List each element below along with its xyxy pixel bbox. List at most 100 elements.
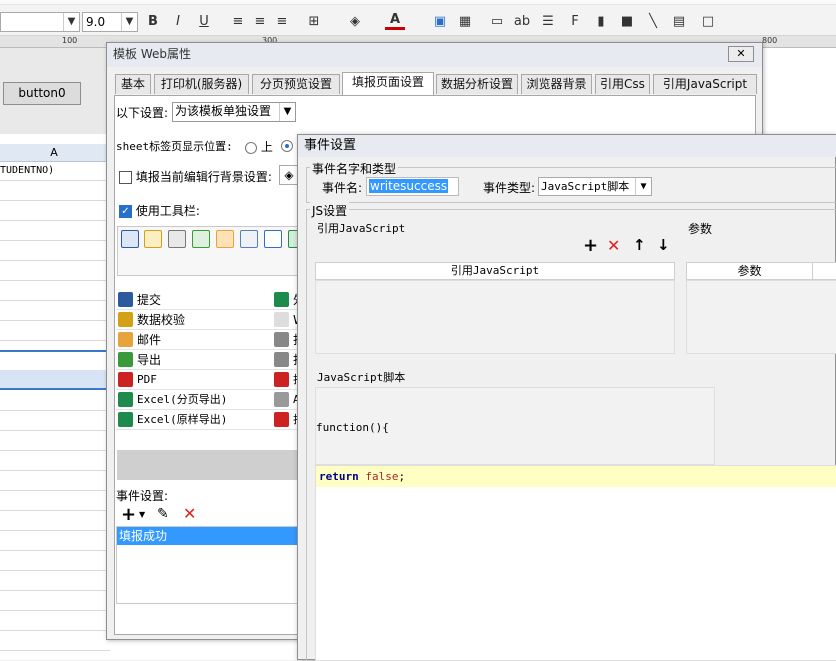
ref-js-label: 引用JavaScript — [317, 222, 406, 235]
tab-browser-bg[interactable]: 浏览器背景 — [521, 74, 592, 94]
radio-other[interactable] — [281, 138, 293, 152]
top-strip — [0, 0, 836, 5]
use-toolbar-checkbox[interactable]: ✓ 使用工具栏: — [119, 202, 200, 219]
excel-icon — [274, 292, 289, 307]
checkbox-icon[interactable] — [119, 171, 132, 184]
event-name-input[interactable]: writesuccess — [366, 177, 459, 196]
verify-icon[interactable] — [144, 230, 162, 248]
chevron-down-icon[interactable]: ▼ — [279, 103, 295, 121]
chevron-down-icon[interactable]: ▼ — [121, 13, 137, 31]
chart-icon[interactable]: ▮ — [591, 12, 611, 32]
paint-bucket-icon[interactable]: ◈ — [279, 165, 299, 185]
arrow-down-icon[interactable]: ↓ — [657, 236, 670, 254]
print-icon[interactable] — [168, 230, 186, 248]
list-item[interactable]: 邮件打 — [116, 330, 305, 350]
ref-js-column-header[interactable]: 引用JavaScript — [315, 262, 675, 280]
code-literal: false — [365, 470, 399, 483]
border-icon[interactable]: ⊞ — [304, 12, 324, 32]
text-icon[interactable]: ab — [512, 12, 532, 32]
export-icon[interactable] — [192, 230, 210, 248]
dialog-title: 模板 Web属性 — [107, 43, 762, 67]
image-icon[interactable]: ■ — [617, 12, 637, 32]
chevron-down-icon[interactable]: ▼ — [63, 13, 79, 31]
item-label: 数据校验 — [137, 313, 186, 327]
align-left-icon[interactable]: ≡ — [228, 12, 248, 32]
mail-icon — [118, 332, 133, 347]
checkbox-checked-icon[interactable]: ✓ — [119, 205, 132, 218]
code-keyword: return — [319, 470, 359, 483]
cell-text[interactable]: TUDENTNO) — [0, 165, 54, 176]
params-table[interactable] — [686, 280, 836, 354]
column-header-a[interactable]: A — [0, 144, 108, 162]
add-icon[interactable]: + — [583, 235, 598, 256]
tab-page-preview[interactable]: 分页预览设置 — [252, 74, 340, 94]
arrow-up-icon[interactable]: ↑ — [633, 236, 646, 254]
navigate-icon[interactable] — [240, 230, 258, 248]
frame-icon[interactable]: ▣ — [430, 12, 450, 32]
tab-data-analysis[interactable]: 数据分析设置 — [436, 74, 518, 94]
delete-icon[interactable]: ✕ — [183, 504, 196, 523]
radio-checked-icon[interactable] — [281, 139, 293, 152]
radio-top[interactable]: 上 — [245, 138, 273, 155]
bounds-icon[interactable]: □ — [698, 12, 718, 32]
add-icon[interactable]: + — [121, 504, 136, 525]
bg-checkbox[interactable]: 填报当前编辑行背景设置: — [119, 168, 272, 185]
font-size-combo[interactable]: 9.0 ▼ — [82, 12, 138, 32]
submit-icon[interactable] — [121, 230, 139, 248]
edit-icon[interactable]: ✎ — [157, 506, 169, 522]
event-type-value: JavaScript脚本 — [541, 180, 630, 193]
item-label: 邮件 — [137, 333, 162, 347]
format-toolbar: ▼ 9.0 ▼ B I U ≡ ≡ ≡ ⊞ ◈ A ▣ ▦ ▭ ab ☰ F ▮ … — [0, 0, 836, 36]
italic-icon[interactable]: I — [168, 12, 188, 32]
sub-report-icon[interactable]: ▤ — [669, 12, 689, 32]
list-item[interactable]: 数据校验W — [116, 310, 305, 330]
list-item[interactable]: 导出打 — [116, 350, 305, 370]
chevron-down-icon[interactable]: ▼ — [635, 178, 651, 195]
tab-css[interactable]: 引用Css — [595, 74, 650, 94]
align-center-icon[interactable]: ≡ — [250, 12, 270, 32]
use-toolbar-label: 使用工具栏: — [135, 204, 200, 218]
tab-printer[interactable]: 打印机(服务器) — [154, 74, 249, 94]
ref-js-table[interactable] — [315, 280, 675, 354]
script-editor[interactable]: return false; — [315, 465, 836, 661]
code-line[interactable]: return false; — [316, 466, 836, 487]
formula-icon[interactable]: F — [565, 12, 585, 32]
item-label: 提交 — [137, 293, 162, 307]
delete-icon[interactable]: ✕ — [607, 236, 620, 255]
applet-icon — [274, 392, 289, 407]
font-color-icon[interactable]: A — [385, 12, 405, 30]
mail-icon[interactable] — [216, 230, 234, 248]
slash-icon[interactable]: ╲ — [643, 12, 663, 32]
list-item[interactable]: PDF打 — [116, 370, 304, 390]
word-icon — [274, 312, 289, 327]
paragraph-icon[interactable]: ☰ — [538, 12, 558, 32]
scope-select[interactable]: 为该模板单独设置 ▼ — [172, 102, 296, 122]
insert-icon[interactable]: ▭ — [487, 12, 507, 32]
align-right-icon[interactable]: ≡ — [272, 12, 292, 32]
flash-icon — [274, 372, 289, 387]
params-column-header[interactable]: 参数 — [686, 262, 813, 280]
fill-color-icon[interactable]: ◈ — [345, 12, 365, 32]
underline-icon[interactable]: U — [194, 12, 214, 32]
list-item[interactable]: Excel(原样导出)打 — [116, 410, 304, 430]
bold-icon[interactable]: B — [143, 12, 163, 32]
tab-fill-page[interactable]: 填报页面设置 — [342, 72, 434, 95]
close-button[interactable]: ✕ — [728, 46, 754, 62]
font-name-combo[interactable]: ▼ — [0, 12, 80, 32]
item-label: Excel(分页导出) — [137, 393, 228, 406]
tab-basic[interactable]: 基本 — [115, 74, 151, 94]
item-label: Excel(原样导出) — [137, 413, 228, 426]
js-settings-title: JS设置 — [310, 202, 350, 219]
list-item[interactable]: Excel(分页导出)A — [116, 390, 301, 410]
tab-javascript[interactable]: 引用JavaScript — [653, 74, 757, 94]
chevron-down-icon[interactable]: ▼ — [139, 510, 145, 519]
event-item-selected[interactable]: 填报成功 — [117, 527, 301, 545]
frame-icon[interactable] — [264, 230, 282, 248]
button0[interactable]: button0 — [3, 82, 81, 105]
params-extra-header[interactable] — [812, 262, 836, 280]
pdf-print-icon — [274, 412, 289, 427]
event-type-select[interactable]: JavaScript脚本 ▼ — [538, 177, 652, 196]
merge-icon[interactable]: ▦ — [455, 12, 475, 32]
list-item[interactable]: 提交外 — [116, 290, 305, 310]
radio-icon[interactable] — [245, 141, 257, 154]
